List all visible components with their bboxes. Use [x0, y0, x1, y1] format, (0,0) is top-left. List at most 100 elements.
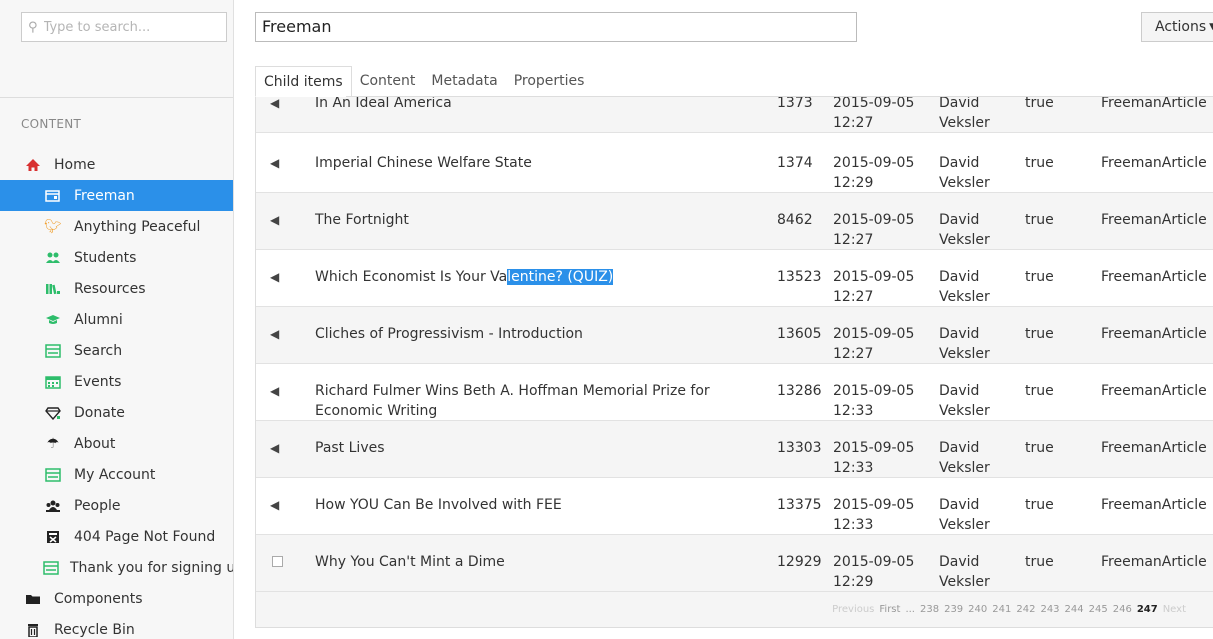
tree-item-people[interactable]: People — [0, 490, 233, 521]
row-title[interactable]: Imperial Chinese Welfare State — [315, 153, 725, 173]
pager-page[interactable]: 238 — [920, 604, 939, 615]
tab-child-items[interactable]: Child items — [255, 66, 352, 97]
graduation-cap-icon — [43, 312, 63, 328]
row-author: David Veksler — [939, 97, 990, 131]
tree-item-components[interactable]: Components — [0, 583, 233, 614]
table-row[interactable]: ◀ Cliches of Progressivism - Introductio… — [256, 307, 1213, 364]
table-row[interactable]: ◀ Which Economist Is Your Valentine? (QU… — [256, 250, 1213, 307]
tree-item-my-account[interactable]: My Account — [0, 459, 233, 490]
tab-properties[interactable]: Properties — [506, 66, 593, 97]
tree-item-label: Search — [74, 342, 123, 359]
row-title[interactable]: Richard Fulmer Wins Beth A. Hoffman Memo… — [315, 381, 725, 421]
tree-item-freeman[interactable]: Freeman — [0, 180, 233, 211]
form-icon — [43, 343, 63, 359]
row-title[interactable]: How YOU Can Be Involved with FEE — [315, 495, 725, 515]
row-date: 2015-09-05 12:33 — [833, 383, 915, 419]
row-id: 13605 — [777, 326, 822, 342]
tree-item-anything-peaceful[interactable]: 🐦︎ Anything Peaceful — [0, 211, 233, 242]
row-id: 13286 — [777, 383, 822, 399]
calendar-icon — [43, 374, 63, 390]
row-type: FreemanArticle — [1101, 497, 1207, 513]
table-row[interactable]: ◀ The Fortnight 8462 2015-09-05 12:27 Dav… — [256, 193, 1213, 250]
row-author: David Veksler — [939, 440, 990, 476]
table-row[interactable]: ◀ Imperial Chinese Welfare State 1374 20… — [256, 136, 1213, 193]
pager-ellipsis: ... — [905, 604, 915, 615]
tree-item-donate[interactable]: Donate — [0, 397, 233, 428]
row-title[interactable]: Why You Can't Mint a Dime — [315, 552, 725, 572]
row-type: FreemanArticle — [1101, 155, 1207, 171]
node-name-input[interactable]: Freeman — [255, 12, 857, 42]
row-published: true — [1025, 212, 1054, 228]
row-date: 2015-09-05 12:33 — [833, 497, 915, 533]
row-date: 2015-09-05 12:29 — [833, 554, 915, 590]
layout-icon — [43, 188, 63, 204]
folder-icon — [23, 591, 43, 607]
table-row[interactable]: ◀ Richard Fulmer Wins Beth A. Hoffman Me… — [256, 364, 1213, 421]
search-icon: ⚲ — [28, 19, 38, 35]
row-type: FreemanArticle — [1101, 383, 1207, 399]
table-row[interactable]: ◀ Past Lives 13303 2015-09-05 12:33 David… — [256, 421, 1213, 478]
pagination: Previous First ... 238 239 240 241 242 2… — [256, 592, 1213, 628]
tree-item-events[interactable]: Events — [0, 366, 233, 397]
row-title[interactable]: Which Economist Is Your Valentine? (QUIZ… — [315, 267, 725, 287]
tab-metadata[interactable]: Metadata — [423, 66, 505, 97]
sidebar-search-input[interactable] — [43, 19, 214, 35]
table-row[interactable]: ◀ How YOU Can Be Involved with FEE 13375… — [256, 478, 1213, 535]
pager-next[interactable]: Next — [1163, 604, 1186, 615]
row-published: true — [1025, 554, 1054, 570]
share-icon: ◀ — [270, 384, 280, 398]
tree-item-recycle-bin[interactable]: Recycle Bin — [0, 614, 233, 639]
pager-first[interactable]: First — [879, 604, 900, 615]
tree-item-about[interactable]: ☂ About — [0, 428, 233, 459]
table-row[interactable]: Why You Can't Mint a Dime 12929 2015-09-… — [256, 535, 1213, 592]
row-author: David Veksler — [939, 383, 990, 419]
text-selection: lentine? (QUIZ) — [507, 269, 614, 285]
row-type: FreemanArticle — [1101, 212, 1207, 228]
tree-item-label: 404 Page Not Found — [74, 528, 216, 545]
row-checkbox[interactable] — [272, 556, 283, 567]
share-icon: ◀ — [270, 327, 280, 341]
tree-item-resources[interactable]: Resources — [0, 273, 233, 304]
actions-label: Actions — [1155, 19, 1207, 35]
tree-item-thank-you[interactable]: Thank you for signing up — [0, 552, 233, 583]
actions-button[interactable]: Actions ▼ — [1141, 12, 1213, 42]
pager-page[interactable]: 244 — [1065, 604, 1084, 615]
row-published: true — [1025, 97, 1054, 111]
tree-item-label: Events — [74, 373, 122, 390]
trash-icon — [23, 622, 43, 638]
row-author: David Veksler — [939, 212, 990, 248]
tree-item-search[interactable]: Search — [0, 335, 233, 366]
table-row[interactable]: ◀ In An Ideal America 1373 2015-09-05 12:… — [256, 97, 1213, 133]
pager-page[interactable]: 245 — [1089, 604, 1108, 615]
row-id: 1374 — [777, 155, 813, 171]
pager-page[interactable]: 240 — [968, 604, 987, 615]
row-title[interactable]: The Fortnight — [315, 210, 725, 230]
sidebar: ⚲ CONTENT Home Freeman 🐦︎ Anything Peace… — [0, 0, 234, 639]
tree-item-label: Recycle Bin — [54, 621, 135, 638]
pager-page[interactable]: 242 — [1016, 604, 1035, 615]
pager-page[interactable]: 246 — [1113, 604, 1132, 615]
child-items-grid: ◀ In An Ideal America 1373 2015-09-05 12:… — [255, 97, 1213, 628]
tree-item-students[interactable]: Students — [0, 242, 233, 273]
row-type: FreemanArticle — [1101, 269, 1207, 285]
tree-item-alumni[interactable]: Alumni — [0, 304, 233, 335]
row-date: 2015-09-05 12:29 — [833, 155, 915, 191]
row-date: 2015-09-05 12:27 — [833, 97, 915, 131]
pager-page[interactable]: 243 — [1040, 604, 1059, 615]
row-published: true — [1025, 155, 1054, 171]
row-author: David Veksler — [939, 155, 990, 191]
tree-item-home[interactable]: Home — [0, 149, 233, 180]
row-title[interactable]: In An Ideal America — [315, 97, 725, 113]
pager-previous[interactable]: Previous — [832, 604, 874, 615]
tree-item-label: Resources — [74, 280, 146, 297]
row-title[interactable]: Cliches of Progressivism - Introduction — [315, 324, 725, 344]
pager-page[interactable]: 241 — [992, 604, 1011, 615]
sidebar-search-box[interactable]: ⚲ — [21, 12, 227, 42]
pager-page[interactable]: 239 — [944, 604, 963, 615]
row-author: David Veksler — [939, 326, 990, 362]
row-date: 2015-09-05 12:27 — [833, 212, 915, 248]
tree-item-404[interactable]: 404 Page Not Found — [0, 521, 233, 552]
tree-item-label: Students — [74, 249, 137, 266]
tab-content[interactable]: Content — [352, 66, 424, 97]
row-title[interactable]: Past Lives — [315, 438, 725, 458]
